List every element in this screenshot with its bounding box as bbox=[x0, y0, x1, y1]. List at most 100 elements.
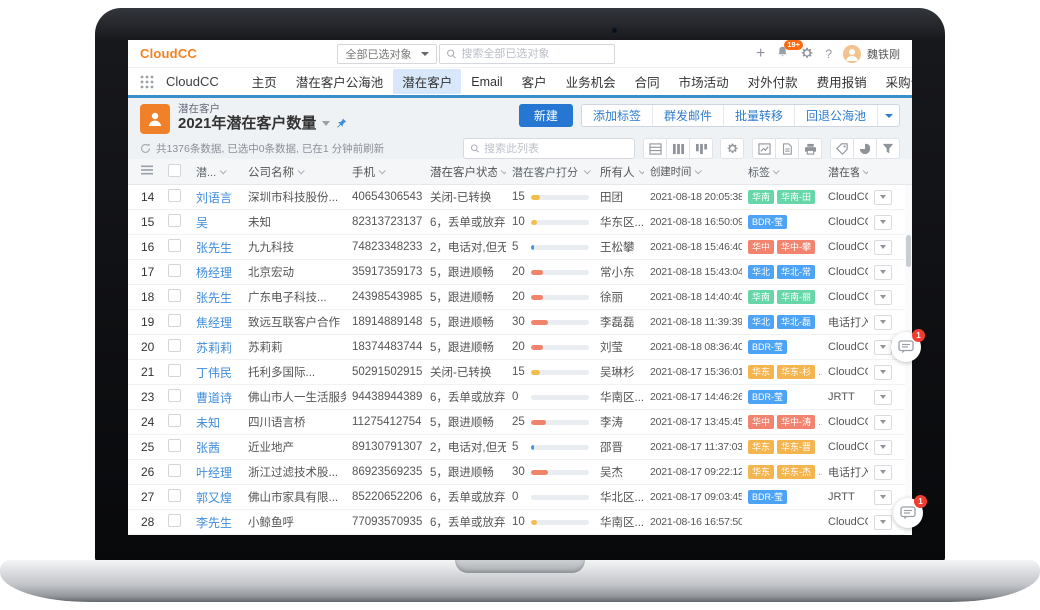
title-chevron-down-icon[interactable] bbox=[322, 121, 330, 126]
new-button[interactable]: 新建 bbox=[519, 104, 573, 127]
column-header-5[interactable]: 潜在客户打分 bbox=[506, 164, 594, 180]
tag-pill[interactable]: 华北 bbox=[748, 315, 774, 329]
export-doc-icon[interactable] bbox=[775, 138, 799, 159]
owner-link[interactable]: 邵晋 bbox=[594, 439, 644, 455]
table-row[interactable]: 23曹道诗佛山市人一生活服务...944389443896，丢单或放弃0华南区.… bbox=[128, 385, 912, 410]
row-menu-button[interactable] bbox=[874, 190, 892, 205]
table-row[interactable]: 19焦经理致远互联客户合作189148891485，跟进顺畅30李磊磊2021-… bbox=[128, 310, 912, 335]
chevron-down-icon[interactable] bbox=[379, 167, 386, 174]
bulk-action-button-1[interactable]: 添加标签 bbox=[582, 105, 652, 126]
table-view-icon[interactable] bbox=[643, 138, 667, 159]
tag-pill[interactable]: BDR-莹 bbox=[748, 215, 787, 229]
row-menu-button[interactable] bbox=[874, 365, 892, 380]
tag-pill[interactable]: 华东 bbox=[748, 365, 774, 379]
nav-item-11[interactable]: 采购合同 bbox=[877, 69, 912, 94]
list-search-input[interactable] bbox=[484, 143, 628, 155]
column-header-7[interactable]: 创建时间 bbox=[644, 164, 742, 179]
tag-pill[interactable]: 华中-攀 bbox=[777, 240, 815, 254]
tag-pill[interactable]: BDR-莹 bbox=[748, 340, 787, 354]
row-menu-button[interactable] bbox=[874, 390, 892, 405]
tag-pill[interactable]: 华中 bbox=[748, 240, 774, 254]
row-checkbox[interactable] bbox=[168, 214, 181, 227]
nav-item-1[interactable]: 主页 bbox=[243, 69, 286, 94]
nav-item-6[interactable]: 业务机会 bbox=[557, 69, 625, 94]
owner-link[interactable]: 常小东 bbox=[594, 264, 644, 280]
lead-name-link[interactable]: 刘语言 bbox=[190, 189, 242, 206]
lead-name-link[interactable]: 焦经理 bbox=[190, 314, 242, 331]
chevron-down-icon[interactable] bbox=[773, 167, 780, 174]
board-view-icon[interactable] bbox=[689, 138, 713, 159]
row-checkbox[interactable] bbox=[168, 314, 181, 327]
add-icon[interactable]: + bbox=[756, 46, 765, 62]
row-menu-button[interactable] bbox=[874, 215, 892, 230]
notifications-button[interactable]: 19+ bbox=[776, 45, 789, 62]
owner-link[interactable]: 刘莹 bbox=[594, 339, 644, 355]
table-row[interactable]: 26叶经理浙江过滤技术股...869235692355，跟进顺畅30吴杰2021… bbox=[128, 460, 912, 485]
lead-name-link[interactable]: 张先生 bbox=[190, 239, 242, 256]
apps-grid-icon[interactable] bbox=[140, 75, 154, 89]
row-checkbox[interactable] bbox=[168, 464, 181, 477]
row-checkbox[interactable] bbox=[168, 239, 181, 252]
bulk-actions-more-button[interactable] bbox=[877, 105, 899, 126]
column-header-2[interactable]: 公司名称 bbox=[242, 164, 346, 180]
row-menu-button[interactable] bbox=[874, 265, 892, 280]
gear-icon[interactable] bbox=[800, 46, 814, 62]
tag-pill[interactable]: 华东 bbox=[748, 465, 774, 479]
owner-link[interactable]: 田团 bbox=[594, 189, 644, 205]
nav-item-2[interactable]: 潜在客户公海池 bbox=[287, 69, 393, 94]
avatar[interactable] bbox=[843, 45, 861, 63]
row-menu-button[interactable] bbox=[874, 290, 892, 305]
owner-link[interactable]: 徐丽 bbox=[594, 289, 644, 305]
chart-icon[interactable] bbox=[752, 138, 776, 159]
tag-icon[interactable] bbox=[830, 138, 854, 159]
nav-item-9[interactable]: 对外付款 bbox=[739, 69, 807, 94]
lead-name-link[interactable]: 郭又煌 bbox=[190, 489, 242, 506]
tag-pill[interactable]: 华东 bbox=[748, 440, 774, 454]
table-row[interactable]: 24未知四川语言桥112754127545，跟进顺畅25李涛2021-08-17… bbox=[128, 410, 912, 435]
table-row[interactable]: 18张先生广东电子科技...243985439855，跟进顺畅20徐丽2021-… bbox=[128, 285, 912, 310]
tag-pill[interactable]: BDR-莹 bbox=[748, 490, 787, 504]
chevron-down-icon[interactable] bbox=[695, 167, 702, 174]
bulk-action-button-2[interactable]: 群发邮件 bbox=[652, 105, 723, 126]
row-checkbox[interactable] bbox=[168, 289, 181, 302]
column-header-6[interactable]: 所有人 bbox=[594, 164, 644, 180]
tag-pill[interactable]: 华南 bbox=[748, 190, 774, 204]
select-all-checkbox[interactable] bbox=[168, 164, 181, 177]
table-row[interactable]: 14刘语言深圳市科技股份...40654306543关闭-已转换15田团2021… bbox=[128, 185, 912, 210]
nav-item-3[interactable]: 潜在客户 bbox=[393, 69, 461, 94]
lead-name-link[interactable]: 叶经理 bbox=[190, 464, 242, 481]
global-search-input[interactable] bbox=[461, 48, 608, 60]
tag-pill[interactable]: BDR-莹 bbox=[748, 390, 787, 404]
row-checkbox[interactable] bbox=[168, 514, 181, 527]
table-row[interactable]: 17杨经理北京宏动359173591735，跟进顺畅20常小东2021-08-1… bbox=[128, 260, 912, 285]
table-row[interactable]: 15吴未知823137231376，丢单或放弃10华东区...2021-08-1… bbox=[128, 210, 912, 235]
column-header-1[interactable]: 潜... bbox=[190, 164, 242, 180]
chevron-down-icon[interactable] bbox=[638, 167, 644, 174]
bulk-action-button-4[interactable]: 回退公海池 bbox=[794, 105, 877, 126]
tag-pill[interactable]: 华北-常 bbox=[777, 265, 815, 279]
lead-name-link[interactable]: 丁伟民 bbox=[190, 364, 242, 381]
tag-pill[interactable]: 华南-田 bbox=[777, 190, 815, 204]
lead-name-link[interactable]: 曹道诗 bbox=[190, 389, 242, 406]
chat-support-button-2[interactable]: 1 bbox=[893, 498, 923, 528]
refresh-icon[interactable] bbox=[140, 143, 151, 154]
owner-link[interactable]: 李涛 bbox=[594, 414, 644, 430]
tag-pill[interactable]: 华东-晋 bbox=[777, 440, 815, 454]
column-header-3[interactable]: 手机 bbox=[346, 164, 424, 180]
bulk-action-button-3[interactable]: 批量转移 bbox=[723, 105, 794, 126]
nav-item-10[interactable]: 费用报销 bbox=[808, 69, 876, 94]
lead-name-link[interactable]: 张茜 bbox=[190, 439, 242, 456]
tag-pill[interactable]: 华东-杰 bbox=[777, 465, 815, 479]
column-header-8[interactable]: 标签 bbox=[742, 164, 822, 180]
search-scope-select[interactable]: 全部已选对象 bbox=[337, 44, 437, 64]
tag-pill[interactable]: 华东-杉 bbox=[777, 365, 815, 379]
nav-item-4[interactable]: Email bbox=[462, 72, 511, 92]
table-row[interactable]: 21丁伟民托利多国际...50291502915关闭-已转换15吴琳杉2021-… bbox=[128, 360, 912, 385]
chevron-down-icon[interactable] bbox=[298, 167, 305, 174]
row-menu-button[interactable] bbox=[874, 340, 892, 355]
lead-name-link[interactable]: 杨经理 bbox=[190, 264, 242, 281]
column-header-4[interactable]: 潜在客户状态 bbox=[424, 164, 506, 180]
row-menu-button[interactable] bbox=[874, 490, 892, 505]
nav-item-8[interactable]: 市场活动 bbox=[670, 69, 738, 94]
table-row[interactable]: 27郭又煌佛山市家具有限...852206522066，丢单或放弃0华北区...… bbox=[128, 485, 912, 510]
